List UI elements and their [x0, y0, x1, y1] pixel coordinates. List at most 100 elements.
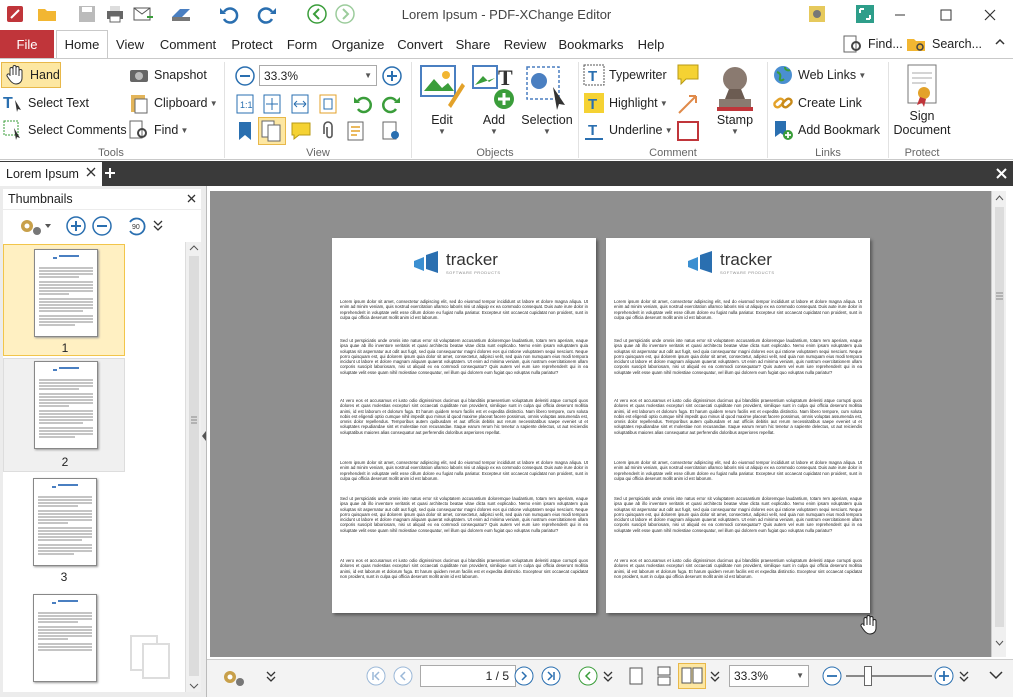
tab-view[interactable]: View [110, 30, 150, 58]
more-options-chevron-icon[interactable] [153, 219, 163, 231]
tab-share[interactable]: Share [450, 30, 496, 58]
tab-organize[interactable]: Organize [326, 30, 390, 58]
zoom-level-input[interactable]: 33.3% ▼ [259, 65, 377, 86]
create-link-button[interactable]: Create Link [772, 92, 862, 114]
status-zoom-input[interactable]: 33.3% ▼ [729, 665, 809, 687]
actual-size-icon[interactable]: 1:1 [234, 93, 256, 115]
web-links-button[interactable]: Web Links ▼ [772, 64, 866, 86]
continuous-page-icon[interactable] [654, 666, 674, 686]
highlight-button[interactable]: T Highlight ▼ [583, 92, 668, 114]
comments-pane-icon[interactable] [290, 120, 312, 142]
status-zoom-out-icon[interactable] [822, 666, 842, 686]
collapse-pane-handle[interactable] [201, 430, 207, 442]
stamp-button[interactable]: Stamp ▼ [708, 63, 762, 136]
edit-button[interactable]: Edit ▼ [416, 63, 468, 136]
tab-file[interactable]: File [0, 30, 54, 58]
thumbnails-pane-button[interactable] [258, 117, 286, 145]
zoom-slider-handle[interactable] [864, 666, 872, 686]
search-button[interactable]: Search... [906, 33, 982, 55]
minimize-button[interactable] [877, 0, 923, 29]
attachments-icon[interactable] [317, 120, 339, 142]
snapshot-button[interactable]: Snapshot [128, 64, 207, 86]
document-scrollbar[interactable] [991, 191, 1006, 657]
tab-form[interactable]: Form [280, 30, 324, 58]
fullscreen-icon[interactable] [854, 3, 876, 25]
tab-convert[interactable]: Convert [392, 30, 448, 58]
layout-chevron-icon[interactable] [709, 666, 729, 686]
single-page-icon[interactable] [626, 666, 646, 686]
next-page-icon[interactable] [514, 666, 534, 686]
close-button[interactable] [967, 0, 1013, 29]
zoom-in-thumbnail-icon[interactable] [65, 215, 87, 237]
zoom-out-icon[interactable] [234, 65, 256, 87]
selection-button[interactable]: Selection ▼ [520, 63, 574, 136]
properties-icon[interactable] [345, 120, 367, 142]
edit-dropdown-icon: ▼ [438, 127, 446, 136]
fit-width-icon[interactable] [289, 93, 311, 115]
zoom-in-icon[interactable] [381, 65, 403, 87]
zoom-dropdown-icon[interactable]: ▼ [364, 71, 372, 80]
zoom-out-thumbnail-icon[interactable] [91, 215, 113, 237]
close-pane-icon[interactable] [187, 194, 196, 203]
close-tab-icon[interactable] [86, 167, 96, 177]
thumbnail-page-1[interactable]: 1 [3, 244, 125, 356]
status-options-icon[interactable] [220, 666, 250, 686]
previous-page-icon[interactable] [393, 666, 413, 686]
customize-icon[interactable] [806, 3, 828, 25]
hand-tool-button[interactable]: Hand [1, 62, 61, 88]
rotate-thumbnail-icon[interactable]: 90 [125, 215, 149, 237]
thumbnail-page-4[interactable] [3, 592, 125, 692]
hand-label: Hand [30, 68, 60, 82]
logo-text: tracker [720, 250, 772, 269]
underline-button[interactable]: T Underline ▼ [583, 119, 673, 141]
thumbnail-page-2[interactable]: 2 [3, 358, 125, 472]
status-chevron-icon[interactable] [265, 666, 285, 686]
fit-page-icon[interactable] [261, 93, 283, 115]
tab-bookmarks[interactable]: Bookmarks [554, 30, 628, 58]
thumbnails-scrollbar[interactable] [185, 242, 201, 692]
find-tool-button[interactable]: Find ▼ [128, 119, 188, 141]
history-back-icon[interactable] [578, 666, 598, 686]
sticky-note-icon[interactable] [676, 63, 700, 87]
thumbnail-page-3[interactable]: 3 [3, 476, 125, 586]
add-bookmark-icon [772, 119, 794, 141]
sign-document-button[interactable]: Sign Document [892, 63, 952, 137]
layout-settings-icon[interactable] [380, 120, 402, 142]
two-page-view-button[interactable] [678, 663, 706, 689]
status-zoom-dropdown-icon[interactable]: ▼ [796, 671, 804, 680]
status-zoom-value: 33.3% [734, 669, 769, 683]
rotate-left-icon[interactable] [352, 93, 374, 115]
tab-comment[interactable]: Comment [152, 30, 224, 58]
add-object-button[interactable]: T Add ▼ [468, 63, 520, 136]
tab-help[interactable]: Help [630, 30, 672, 58]
tab-home[interactable]: Home [56, 30, 108, 58]
tab-review[interactable]: Review [498, 30, 552, 58]
document-tab[interactable]: Lorem Ipsum [0, 162, 102, 186]
status-zoom-in-icon[interactable] [934, 666, 954, 686]
rectangle-annotation-icon[interactable] [676, 119, 700, 143]
new-tab-icon[interactable] [104, 167, 116, 179]
tracker-logo-icon [414, 250, 438, 273]
find-button[interactable]: Find... [842, 33, 903, 55]
first-page-icon[interactable] [366, 666, 386, 686]
collapse-ribbon-icon[interactable] [994, 36, 1006, 48]
history-chevron-icon[interactable] [602, 666, 622, 686]
page-number-input[interactable]: 1 / 5 [420, 665, 516, 687]
typewriter-button[interactable]: T Typewriter [583, 64, 667, 86]
maximize-button[interactable] [923, 0, 969, 29]
zoom-chevron-icon[interactable] [958, 666, 978, 686]
arrow-annotation-icon[interactable] [676, 92, 700, 116]
tab-protect[interactable]: Protect [226, 30, 278, 58]
clipboard-button[interactable]: Clipboard ▼ [128, 92, 218, 114]
select-comments-button[interactable]: Select Comments [2, 119, 127, 141]
thumbnail-options-icon[interactable] [17, 215, 51, 237]
add-bookmark-button[interactable]: Add Bookmark [772, 119, 880, 141]
bookmarks-pane-icon[interactable] [234, 120, 256, 142]
status-more-icon[interactable] [986, 666, 1006, 686]
fit-visible-icon[interactable] [317, 93, 339, 115]
last-page-icon[interactable] [541, 666, 561, 686]
close-document-icon[interactable] [996, 168, 1007, 179]
select-text-button[interactable]: T Select Text [2, 92, 89, 114]
rotate-right-icon[interactable] [380, 93, 402, 115]
zoom-slider-track[interactable] [846, 675, 932, 677]
